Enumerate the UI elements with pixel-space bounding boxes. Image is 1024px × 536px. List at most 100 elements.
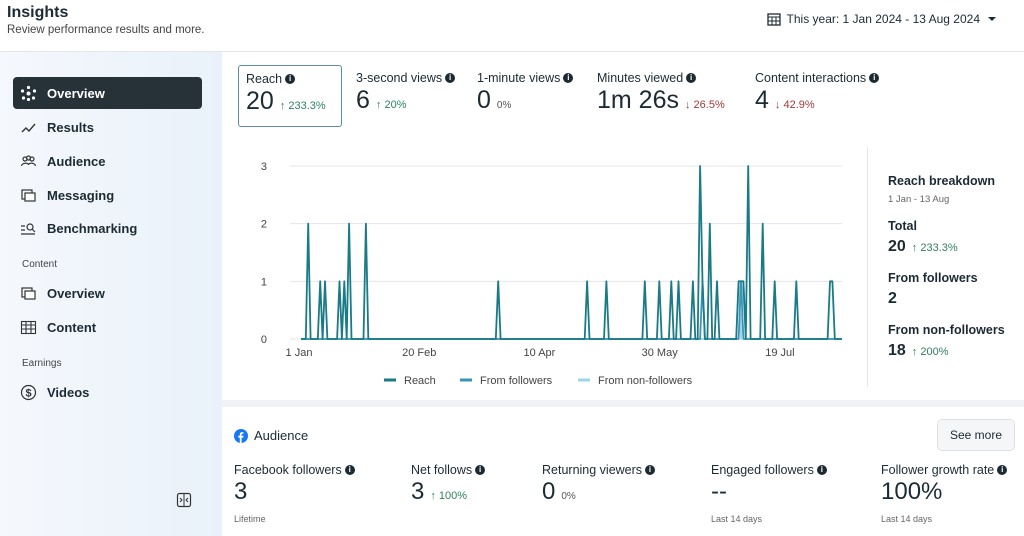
x-tick-label: 20 Feb (402, 347, 436, 359)
audience-icon (20, 154, 37, 166)
change-value: 0% (561, 491, 576, 502)
metric-value-text: 100% (881, 478, 943, 505)
sidebar-item-messaging[interactable]: Messaging (13, 179, 202, 211)
sidebar-item-label: Overview (47, 285, 105, 301)
metric-value: -- (711, 478, 827, 506)
sidebar-item-overview[interactable]: Overview (13, 77, 202, 109)
sidebar-item-label: Content (47, 319, 97, 335)
x-tick-label: 30 May (642, 347, 679, 359)
metric-label: Net follows i (411, 463, 486, 477)
divider (867, 147, 868, 387)
breakdown-range: 1 Jan - 13 Aug (888, 194, 950, 205)
info-icon[interactable]: i (869, 73, 880, 83)
date-range-picker[interactable]: This year: 1 Jan 2024 - 13 Aug 2024 (766, 12, 998, 26)
page-header: Insights Review performance results and … (0, 0, 1024, 52)
y-tick-label: 3 (261, 161, 267, 173)
metric-label-text: Engaged followers (711, 463, 814, 477)
legend-label: From non-followers (598, 375, 693, 387)
main-content: Reach i 20 ↑ 233.3% 3-second views i 6 ↑ 20% 1… (222, 52, 1024, 536)
metric-value: 0 0% (542, 478, 655, 506)
info-icon[interactable]: i (645, 465, 656, 475)
audience-metric-returning-viewers: Returning viewers i 0 0% (542, 463, 656, 514)
metric-value: 100% (881, 478, 1007, 506)
reach-chart: 0 1 2 3 1 Jan 20 Feb 10 Apr 30 May 19 Jul Reach Fr… (261, 161, 842, 387)
sidebar-item-audience[interactable]: Audience (13, 145, 202, 177)
x-tick-label: 10 Apr (524, 347, 556, 359)
performance-card: Reach i 20 ↑ 233.3% 3-second views i 6 ↑ 20% 1… (222, 52, 1024, 400)
breakdown-total-label: Total (888, 219, 917, 233)
metric-label: Engaged followers i (711, 463, 827, 477)
y-tick-label: 1 (261, 276, 267, 288)
chevron-down-icon (988, 17, 996, 21)
audience-title: Audience (234, 428, 308, 443)
info-icon[interactable]: i (344, 465, 355, 475)
audience-metric-engaged-followers: Engaged followers i -- Last 14 days (711, 463, 827, 524)
results-icon (21, 123, 36, 132)
date-range-label: This year: 1 Jan 2024 - 13 Aug 2024 (786, 12, 980, 26)
sidebar-item-label: Results (47, 119, 94, 135)
change-value: 233.3% (920, 242, 958, 254)
legend-label: From followers (480, 375, 553, 387)
svg-text:$: $ (25, 387, 31, 399)
breakdown-nonfollowers-label: From non-followers (888, 323, 1005, 337)
metric-label-text: Facebook followers (234, 463, 342, 477)
messaging-icon (21, 188, 36, 202)
change-value: 100% (438, 490, 468, 502)
metric-value: 3 ↑ 100% (411, 478, 485, 506)
benchmarking-icon (21, 222, 36, 235)
legend-label: Reach (404, 375, 436, 387)
page-subtitle: Review performance results and more. (7, 24, 205, 36)
metric-value-text: -- (711, 478, 727, 505)
sidebar-item-label: Messaging (47, 187, 115, 203)
breakdown-title: Reach breakdown (888, 174, 995, 188)
breakdown-followers-value: 2 (888, 290, 897, 307)
breakdown-total-change: ↑ 233.3% (911, 242, 958, 254)
audience-metric-facebook-followers: Facebook followers i 3 Lifetime (234, 463, 355, 524)
change-value: 200% (920, 346, 949, 358)
metric-value: 3 (234, 478, 355, 506)
sidebar-item-benchmarking[interactable]: Benchmarking (13, 212, 202, 244)
metric-label: Returning viewers i (542, 463, 656, 477)
audience-metric-net-follows: Net follows i 3 ↑ 100% (411, 463, 486, 514)
sidebar-item-content-overview[interactable]: Overview (13, 277, 202, 309)
metric-value-text: 3 (234, 478, 248, 505)
dollar-icon: $ (20, 384, 37, 400)
y-tick-label: 2 (261, 219, 267, 231)
breakdown-nonfollowers-change: ↑ 200% (911, 346, 949, 358)
metric-label-text: Follower growth rate (881, 463, 995, 477)
breakdown-nonfollowers-value: 18 (888, 342, 906, 359)
sidebar-item-results[interactable]: Results (13, 111, 202, 143)
metric-footnote: Lifetime (234, 514, 266, 524)
metric-footnote: Last 14 days (881, 514, 933, 524)
metric-label-text: Net follows (411, 463, 473, 477)
sidebar-item-videos[interactable]: $ Videos (13, 376, 202, 408)
overview-icon (20, 85, 37, 101)
info-icon[interactable]: i (475, 465, 486, 475)
section-label-earnings: Earnings (22, 358, 62, 369)
table-icon (20, 320, 37, 334)
info-icon[interactable]: i (816, 465, 827, 475)
breakdown-nonfollowers: 18 ↑ 200% (888, 342, 949, 360)
sidebar-item-label: Videos (47, 384, 90, 400)
info-icon[interactable]: i (997, 465, 1008, 475)
sidebar: Overview Results Audience Messaging Benc… (0, 52, 222, 536)
calendar-icon (766, 13, 781, 26)
metric-footnote: Last 14 days (711, 514, 763, 524)
metric-label: Facebook followers i (234, 463, 355, 477)
audience-title-text: Audience (254, 428, 309, 443)
sidebar-item-label: Benchmarking (47, 220, 138, 236)
breakdown-total: 20 ↑ 233.3% (888, 238, 958, 256)
x-tick-label: 1 Jan (286, 347, 313, 359)
metric-label-text: Returning viewers (542, 463, 643, 477)
facebook-icon (234, 428, 248, 443)
breakdown-followers-label: From followers (888, 271, 978, 285)
sidebar-item-content[interactable]: Content (13, 311, 202, 343)
sidebar-item-label: Audience (47, 153, 106, 169)
see-more-button[interactable]: See more (937, 419, 1015, 451)
breakdown-followers: 2 (888, 290, 897, 308)
page-title: Insights (7, 4, 69, 21)
sidebar-toggle-icon (176, 492, 192, 508)
collapse-sidebar-button[interactable] (176, 492, 192, 513)
metric-value-text: 0 (542, 478, 556, 505)
sidebar-item-label: Overview (47, 85, 105, 101)
